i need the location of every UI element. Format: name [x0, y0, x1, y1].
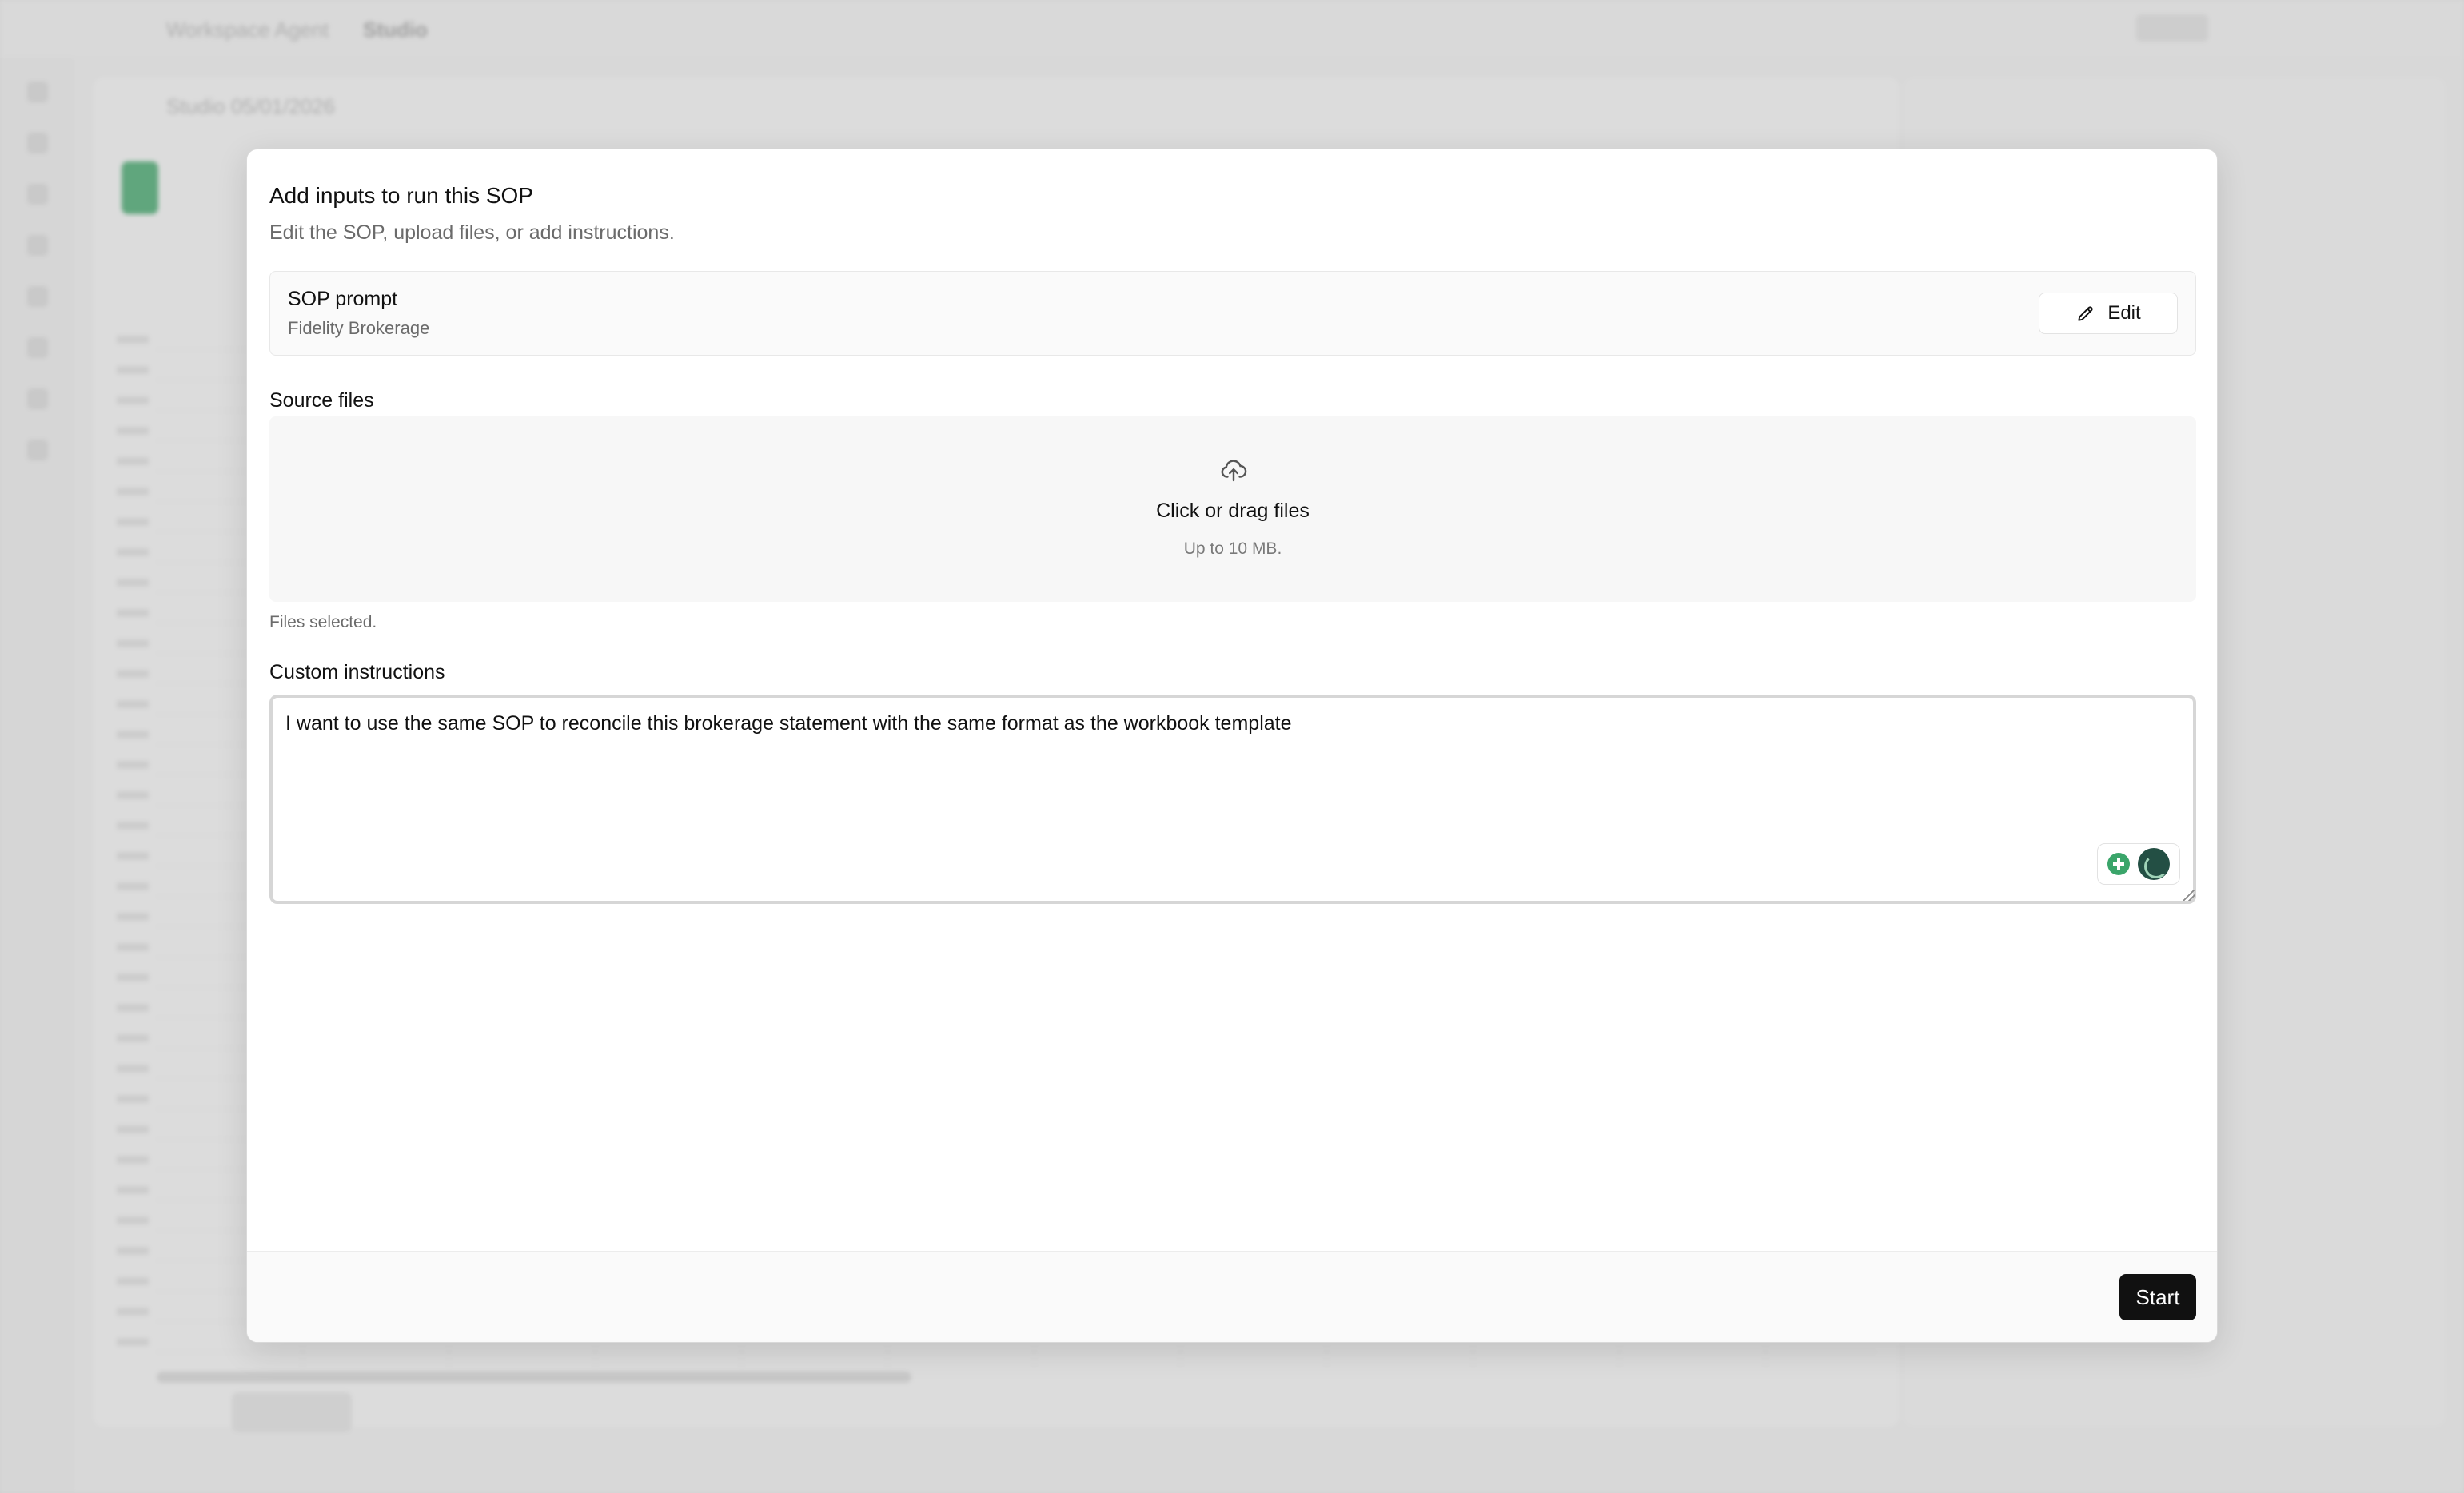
start-button[interactable]: Start	[2119, 1274, 2196, 1320]
dialog-subtitle: Edit the SOP, upload files, or add instr…	[269, 221, 675, 244]
edit-sop-button[interactable]: Edit	[2039, 293, 2178, 334]
assistant-avatar-icon[interactable]	[2138, 848, 2170, 880]
cloud-upload-icon	[1221, 460, 1247, 482]
dialog-footer: Start	[247, 1251, 2217, 1342]
sop-name: Fidelity Brokerage	[288, 318, 430, 338]
dialog-title: Add inputs to run this SOP	[269, 183, 533, 208]
edit-button-label: Edit	[2107, 302, 2141, 324]
files-selected-status: Files selected.	[269, 613, 377, 631]
pencil-icon	[2078, 306, 2093, 321]
writing-assistant-widget[interactable]	[2097, 843, 2180, 885]
textarea-resize-handle[interactable]	[2183, 890, 2195, 901]
lightbulb-plus-icon[interactable]	[2107, 853, 2130, 875]
sop-prompt-card: SOP prompt Fidelity Brokerage Edit	[269, 271, 2196, 356]
sop-prompt-label: SOP prompt	[288, 288, 398, 310]
dropzone-hint: Up to 10 MB.	[1183, 539, 1282, 558]
file-dropzone[interactable]: Click or drag files Up to 10 MB.	[269, 416, 2196, 602]
custom-instructions-label: Custom instructions	[269, 661, 445, 683]
custom-instructions-input[interactable]: I want to use the same SOP to reconcile …	[269, 695, 2196, 904]
run-sop-dialog: Add inputs to run this SOP Edit the SOP,…	[246, 149, 2218, 1343]
source-files-label: Source files	[269, 389, 374, 412]
dropzone-title: Click or drag files	[1156, 500, 1310, 522]
